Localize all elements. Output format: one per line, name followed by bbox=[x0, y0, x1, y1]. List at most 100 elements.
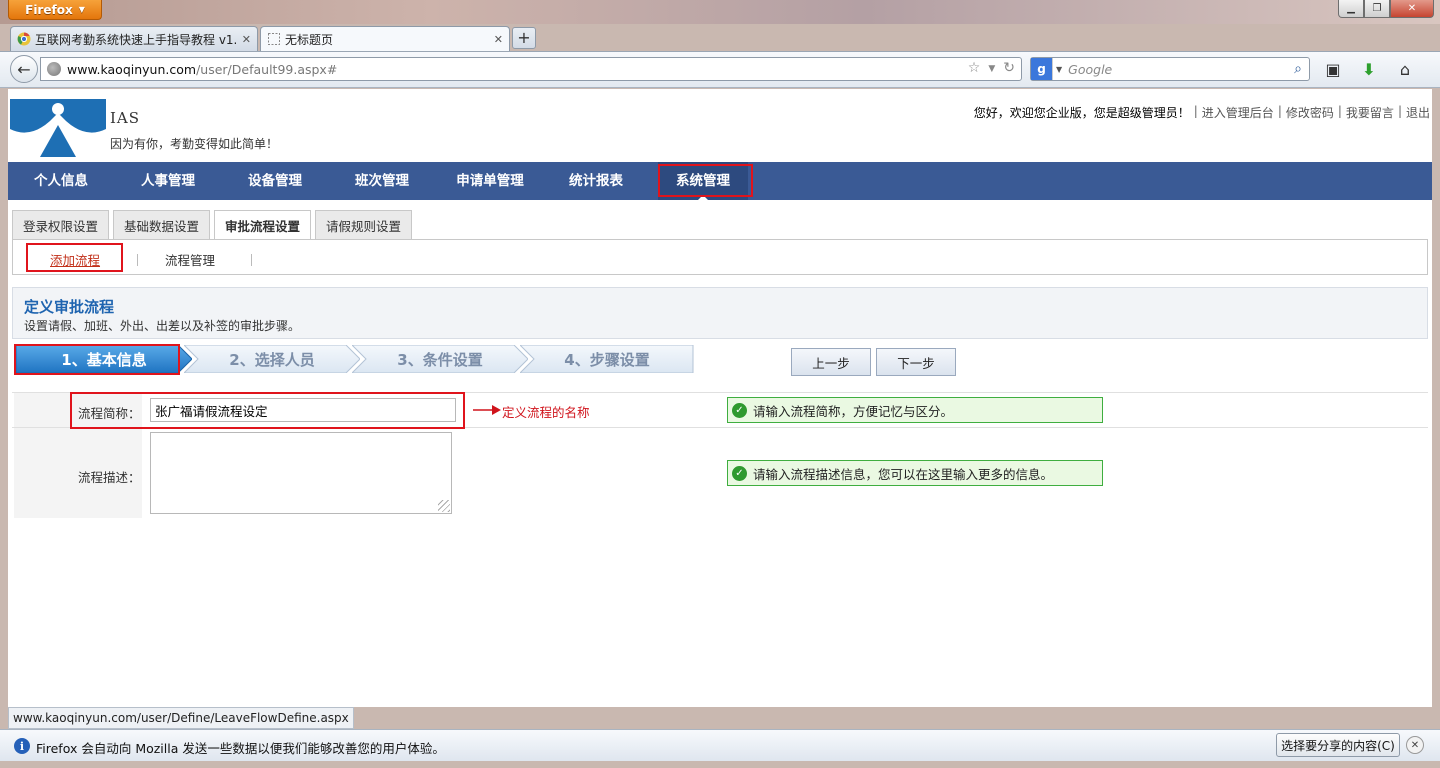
firefox-menu-button[interactable]: Firefox ▼ bbox=[8, 0, 102, 20]
greeting-text: 您好，欢迎您企业版，您是超级管理员！ bbox=[973, 106, 1190, 120]
name-hint-text: 请输入流程简称，方便记忆与区分。 bbox=[753, 403, 954, 419]
user-greeting-bar: 您好，欢迎您企业版，您是超级管理员！ | 进入管理后台 | 修改密码 | 我要留… bbox=[973, 104, 1430, 121]
step-basic-info[interactable]: 1、基本信息 bbox=[16, 345, 192, 373]
browser-tabstrip: 互联网考勤系统快速上手指导教程 v1... ✕ 无标题页 ✕ + bbox=[0, 24, 1440, 51]
nav-devices[interactable]: 设备管理 bbox=[222, 162, 328, 200]
annotation-arrow-icon bbox=[473, 405, 501, 415]
globe-icon bbox=[47, 62, 61, 76]
nav-personnel[interactable]: 人事管理 bbox=[114, 162, 222, 200]
tab-leave-rules[interactable]: 请假规则设置 bbox=[315, 210, 413, 239]
divider bbox=[12, 427, 1428, 428]
desc-hint: ✓ 请输入流程描述信息，您可以在这里输入更多的信息。 bbox=[727, 460, 1103, 486]
annotation-text: 定义流程的名称 bbox=[502, 405, 590, 420]
bookmark-star-icon[interactable]: ☆ bbox=[968, 60, 981, 78]
browser-navbar: ← www.kaoqinyun.com/user/Default99.aspx#… bbox=[0, 51, 1440, 88]
logout-link[interactable]: 退出 bbox=[1406, 104, 1430, 121]
section-description: 设置请假、加班、外出、出差以及补签的审批步骤。 bbox=[24, 319, 301, 333]
nav-applications[interactable]: 申请单管理 bbox=[436, 162, 544, 200]
tab-approval-flow[interactable]: 审批流程设置 bbox=[214, 210, 312, 240]
tab-basic-data[interactable]: 基础数据设置 bbox=[113, 210, 211, 239]
close-icon[interactable]: ✕ bbox=[1390, 0, 1434, 18]
desc-hint-text: 请输入流程描述信息，您可以在这里输入更多的信息。 bbox=[753, 466, 1054, 482]
back-arrow-icon[interactable]: ← bbox=[10, 55, 38, 83]
nav-shifts[interactable]: 班次管理 bbox=[328, 162, 436, 200]
window-controls: ▁ ❐ ✕ bbox=[1338, 0, 1434, 18]
site-header: IAS 因为有你，考勤变得如此简单！ 您好，欢迎您企业版，您是超级管理员！ | … bbox=[8, 89, 1432, 162]
tab-close-icon[interactable]: ✕ bbox=[494, 33, 503, 46]
section-header: 定义审批流程 设置请假、加班、外出、出差以及补签的审批步骤。 bbox=[12, 287, 1428, 339]
tab-login-permissions[interactable]: 登录权限设置 bbox=[12, 210, 110, 239]
choose-share-button[interactable]: 选择要分享的内容(C) bbox=[1276, 733, 1400, 757]
browser-tab-label: 互联网考勤系统快速上手指导教程 v1... bbox=[35, 32, 236, 47]
history-dropdown-icon[interactable]: ▼ bbox=[988, 60, 995, 78]
brand-slogan: 因为有你，考勤变得如此简单！ bbox=[110, 137, 279, 151]
search-icon[interactable]: ⌕ bbox=[1287, 61, 1309, 77]
new-tab-icon[interactable]: + bbox=[512, 27, 536, 49]
close-icon[interactable]: ✕ bbox=[1406, 736, 1424, 754]
add-flow-link[interactable]: 添加流程 bbox=[50, 240, 100, 274]
logo-mark-icon bbox=[10, 99, 106, 157]
firefox-menu-label: Firefox bbox=[25, 2, 73, 17]
notification-text: Firefox 会自动向 Mozilla 发送一些数据以便我们能够改善您的用户体… bbox=[36, 741, 445, 756]
notification-bar: i Firefox 会自动向 Mozilla 发送一些数据以便我们能够改善您的用… bbox=[0, 729, 1440, 761]
divider bbox=[12, 392, 1428, 393]
step-step-settings[interactable]: 4、步骤设置 bbox=[520, 345, 694, 373]
flow-desc-label: 流程描述： bbox=[78, 470, 141, 485]
flow-name-input[interactable] bbox=[150, 398, 456, 422]
change-password-link[interactable]: 修改密码 bbox=[1286, 104, 1334, 121]
main-nav: 个人信息 人事管理 设备管理 班次管理 申请单管理 统计报表 系统管理 bbox=[8, 162, 1432, 200]
name-hint: ✓ 请输入流程简称，方便记忆与区分。 bbox=[727, 397, 1103, 423]
download-arrow-icon[interactable]: ⬇ bbox=[1358, 59, 1380, 79]
wizard-steps: 1、基本信息 2、选择人员 3、条件设置 4、步骤设置 bbox=[14, 345, 694, 373]
step-select-people[interactable]: 2、选择人员 bbox=[184, 345, 360, 373]
search-input[interactable]: Google bbox=[1068, 62, 1287, 77]
url-actions: ☆ ▼ ↻ bbox=[968, 60, 1015, 78]
nav-personal-info[interactable]: 个人信息 bbox=[8, 162, 114, 200]
google-engine-icon[interactable]: g bbox=[1031, 58, 1053, 80]
chevron-down-icon[interactable]: ▼ bbox=[1056, 65, 1062, 74]
browser-tab-1[interactable]: 互联网考勤系统快速上手指导教程 v1... ✕ bbox=[10, 26, 258, 51]
admin-backend-link[interactable]: 进入管理后台 bbox=[1202, 104, 1274, 121]
divider bbox=[251, 254, 252, 266]
site-logo[interactable] bbox=[10, 99, 106, 157]
step-label: 2、选择人员 bbox=[229, 350, 315, 369]
prev-step-button[interactable]: 上一步 bbox=[791, 348, 871, 376]
search-bar[interactable]: g ▼ Google ⌕ bbox=[1030, 57, 1310, 81]
section-title: 定义审批流程 bbox=[24, 298, 115, 316]
flow-management-link[interactable]: 流程管理 bbox=[165, 240, 215, 274]
home-icon[interactable]: ⌂ bbox=[1394, 59, 1416, 79]
resize-grip-icon[interactable] bbox=[438, 500, 450, 512]
status-link-preview: www.kaoqinyun.com/user/Define/LeaveFlowD… bbox=[8, 707, 354, 729]
info-icon: i bbox=[14, 738, 30, 754]
bookmarks-menu-icon[interactable]: ▣ bbox=[1322, 59, 1344, 79]
minimize-icon[interactable]: ▁ bbox=[1338, 0, 1364, 18]
brand-name: IAS bbox=[110, 109, 141, 127]
browser-tab-label: 无标题页 bbox=[285, 32, 334, 47]
nav-reports[interactable]: 统计报表 bbox=[544, 162, 648, 200]
reload-icon[interactable]: ↻ bbox=[1003, 60, 1015, 78]
flow-name-label: 流程简称： bbox=[78, 406, 141, 421]
window-bottom-edge bbox=[0, 761, 1440, 768]
step-conditions[interactable]: 3、条件设置 bbox=[352, 345, 528, 373]
check-icon: ✓ bbox=[732, 402, 747, 418]
flow-desc-textarea[interactable] bbox=[150, 432, 452, 514]
sub-tabs: 登录权限设置 基础数据设置 审批流程设置 请假规则设置 bbox=[12, 210, 413, 240]
sub-link-panel: 添加流程 流程管理 bbox=[12, 239, 1428, 275]
blank-page-icon bbox=[268, 33, 280, 45]
next-step-button[interactable]: 下一步 bbox=[876, 348, 956, 376]
url-bar[interactable]: www.kaoqinyun.com/user/Default99.aspx# ☆… bbox=[40, 57, 1022, 81]
web-page: IAS 因为有你，考勤变得如此简单！ 您好，欢迎您企业版，您是超级管理员！ | … bbox=[8, 89, 1432, 707]
maximize-icon[interactable]: ❐ bbox=[1364, 0, 1390, 18]
step-label: 3、条件设置 bbox=[397, 350, 483, 369]
nav-system-admin[interactable]: 系统管理 bbox=[658, 162, 748, 200]
leave-message-link[interactable]: 我要留言 bbox=[1346, 104, 1394, 121]
chrome-favicon-icon bbox=[17, 32, 31, 46]
toolbar-icons: ▣ ⬇ ⌂ bbox=[1322, 59, 1416, 79]
nav-system-admin-label: 系统管理 bbox=[676, 173, 730, 189]
tab-close-icon[interactable]: ✕ bbox=[242, 33, 251, 46]
window-titlebar: Firefox ▼ ▁ ❐ ✕ bbox=[0, 0, 1440, 24]
browser-tab-2[interactable]: 无标题页 ✕ bbox=[260, 26, 510, 51]
url-text: www.kaoqinyun.com/user/Default99.aspx# bbox=[67, 61, 338, 77]
step-label: 1、基本信息 bbox=[61, 350, 147, 369]
check-icon: ✓ bbox=[732, 465, 747, 481]
